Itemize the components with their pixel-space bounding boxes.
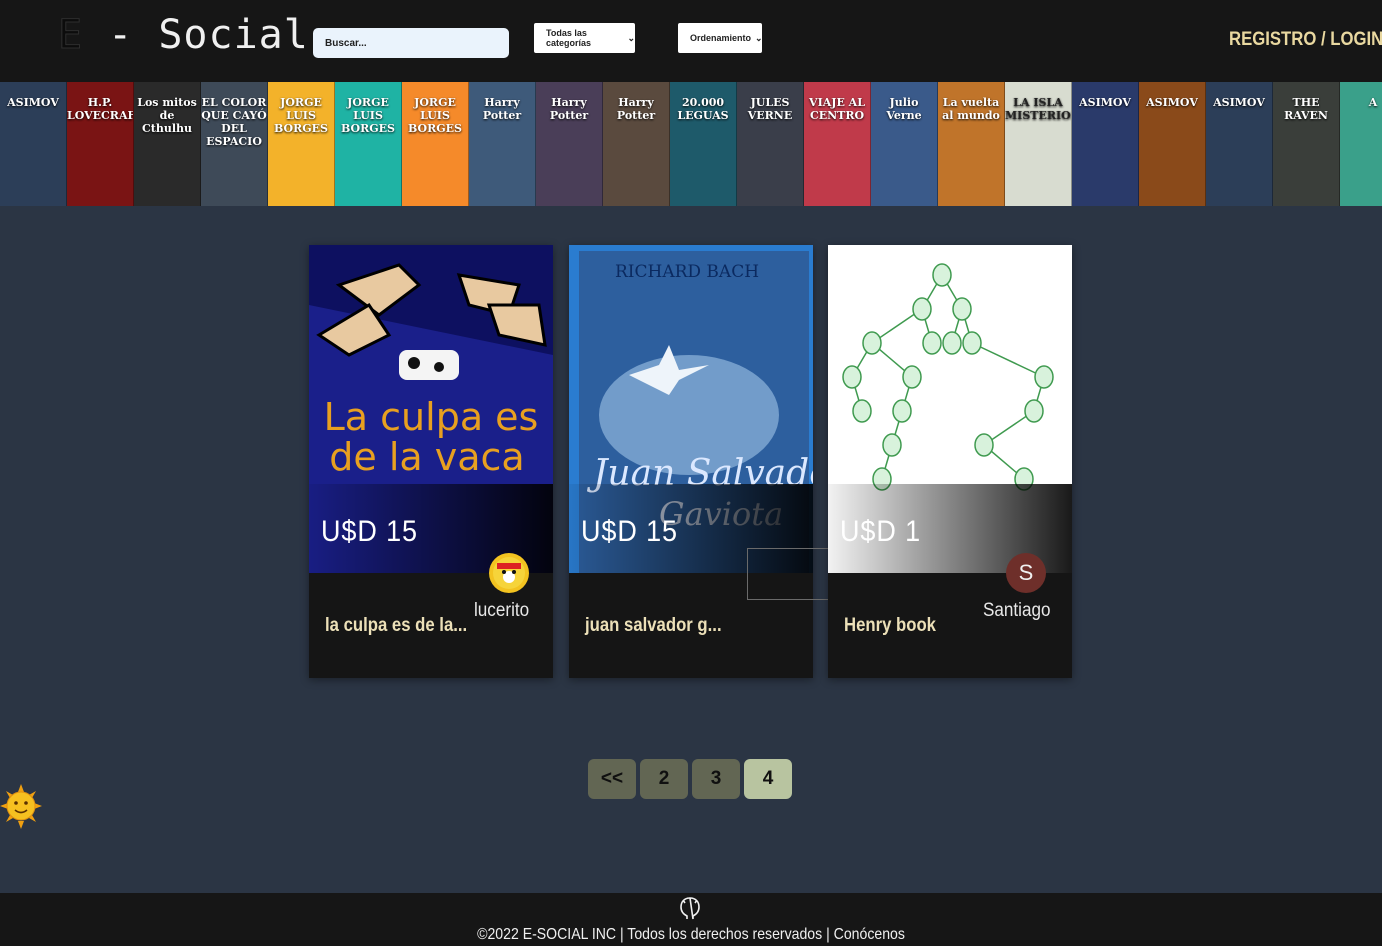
search-input[interactable] bbox=[313, 28, 509, 58]
banner-book-cover: Harry Potter bbox=[469, 82, 536, 206]
selection-box bbox=[747, 548, 829, 600]
duck-avatar-icon bbox=[493, 557, 525, 589]
book-title[interactable]: Henry book bbox=[844, 615, 936, 637]
owner-avatar[interactable]: S bbox=[1006, 553, 1046, 593]
banner-book-cover: JORGE LUIS BORGES bbox=[268, 82, 335, 206]
banner-book-cover: JULES VERNE bbox=[737, 82, 804, 206]
banner-book-cover: LA ISLA MISTERIOSA bbox=[1005, 82, 1072, 206]
github-icon[interactable] bbox=[679, 896, 701, 920]
banner-cover-text: JORGE LUIS BORGES bbox=[408, 96, 462, 135]
banner-cover-text: H.P. LOVECRAFT bbox=[67, 96, 133, 122]
banner-book-cover: 20.000 LEGUAS bbox=[670, 82, 737, 206]
footer: ©2022 E-SOCIAL INC | Todos los derechos … bbox=[0, 893, 1382, 946]
book-title[interactable]: juan salvador g... bbox=[585, 615, 722, 637]
order-dropdown[interactable]: Ordenamiento ⌄ bbox=[678, 23, 763, 53]
banner-book-cover: La vuelta al mundo bbox=[938, 82, 1005, 206]
banner-book-cover: THE RAVEN bbox=[1273, 82, 1340, 206]
register-login-link[interactable]: REGISTRO / LOGIN bbox=[1229, 29, 1382, 51]
banner-cover-text: ASIMOV bbox=[1146, 96, 1198, 109]
svg-text:La culpa es: La culpa es bbox=[324, 395, 539, 439]
order-dropdown-label: Ordenamiento bbox=[690, 33, 752, 43]
category-dropdown-label: Todas las categorías bbox=[546, 28, 592, 48]
app-logo[interactable]: E - Social bbox=[57, 12, 309, 59]
avatar-letter: S bbox=[1018, 560, 1034, 585]
category-dropdown[interactable]: Todas las categorías ⌄ bbox=[534, 23, 635, 53]
banner-cover-text: La vuelta al mundo bbox=[942, 96, 1000, 122]
banner-cover-text: THE RAVEN bbox=[1284, 96, 1328, 122]
svg-text:de la vaca: de la vaca bbox=[329, 435, 524, 479]
banner-cover-text: A bbox=[1368, 96, 1378, 109]
sun-theme-toggle-icon[interactable] bbox=[0, 784, 42, 829]
pagination-page-3[interactable]: 3 bbox=[692, 759, 740, 799]
owner-name: Santiago bbox=[983, 600, 1051, 621]
banner-book-cover: ASIMOV bbox=[1072, 82, 1139, 206]
banner-book-cover: ASIMOV bbox=[0, 82, 67, 206]
pagination-page-2[interactable]: 2 bbox=[640, 759, 688, 799]
book-covers-banner: ASIMOV H.P. LOVECRAFTLos mitos de Cthulhu… bbox=[0, 82, 1382, 206]
book-price: U$D 15 bbox=[581, 515, 678, 548]
banner-book-cover: A bbox=[1340, 82, 1382, 206]
banner-book-cover: Harry Potter bbox=[603, 82, 670, 206]
book-price: U$D 1 bbox=[840, 515, 922, 548]
book-card[interactable]: La culpa es de la vaca U$D 15 lucerito l… bbox=[309, 245, 553, 678]
book-title[interactable]: la culpa es de la... bbox=[325, 615, 467, 637]
banner-cover-text: 20.000 LEGUAS bbox=[677, 96, 729, 122]
banner-cover-text: Harry Potter bbox=[482, 96, 522, 122]
pagination-page-4-active[interactable]: 4 bbox=[744, 759, 792, 799]
banner-cover-text: EL COLOR QUE CAYÓ DEL ESPACIO bbox=[201, 96, 267, 148]
banner-cover-text: JORGE LUIS BORGES bbox=[274, 96, 328, 135]
banner-cover-text: JORGE LUIS BORGES bbox=[341, 96, 395, 135]
banner-book-cover: Julio Verne bbox=[871, 82, 938, 206]
owner-avatar[interactable] bbox=[489, 553, 529, 593]
banner-book-cover: Los mitos de Cthulhu bbox=[134, 82, 201, 206]
owner-name: lucerito bbox=[474, 600, 530, 621]
banner-cover-text: LA ISLA MISTERIOSA bbox=[1005, 96, 1071, 122]
banner-book-cover: JORGE LUIS BORGES bbox=[402, 82, 469, 206]
svg-text:RICHARD BACH: RICHARD BACH bbox=[615, 262, 759, 282]
banner-cover-text: Julio Verne bbox=[886, 96, 922, 122]
book-price: U$D 15 bbox=[321, 515, 418, 548]
banner-book-cover: VIAJE AL CENTRO bbox=[804, 82, 871, 206]
banner-book-cover: Harry Potter bbox=[536, 82, 603, 206]
logo-letter-e: E bbox=[57, 12, 84, 59]
banner-cover-text: ASIMOV bbox=[1213, 96, 1265, 109]
pagination-prev-button[interactable]: << bbox=[588, 759, 636, 799]
book-card[interactable]: U$D 1 S Santiago Henry book bbox=[828, 245, 1072, 678]
banner-book-cover: JORGE LUIS BORGES bbox=[335, 82, 402, 206]
top-navbar: E - Social Todas las categorías ⌄ Ordenam… bbox=[0, 0, 1382, 82]
banner-cover-text: ASIMOV bbox=[7, 96, 59, 109]
logo-text: - Social bbox=[83, 12, 309, 58]
banner-book-cover: H.P. LOVECRAFT bbox=[67, 82, 134, 206]
banner-cover-text: ASIMOV bbox=[1079, 96, 1131, 109]
banner-book-cover: ASIMOV bbox=[1206, 82, 1273, 206]
book-card[interactable]: RICHARD BACH Juan Salvador Gaviota U$D 1… bbox=[569, 245, 829, 678]
banner-cover-text: Harry Potter bbox=[616, 96, 656, 122]
chevron-down-icon: ⌄ bbox=[755, 32, 763, 43]
banner-cover-text: Los mitos de Cthulhu bbox=[137, 96, 197, 135]
banner-cover-text: JULES VERNE bbox=[747, 96, 793, 122]
banner-book-cover: ASIMOV bbox=[1139, 82, 1206, 206]
banner-cover-text: Harry Potter bbox=[549, 96, 589, 122]
footer-copyright[interactable]: ©2022 E-SOCIAL INC | Todos los derechos … bbox=[83, 926, 1299, 944]
banner-cover-text: VIAJE AL CENTRO bbox=[809, 96, 865, 122]
banner-book-cover: EL COLOR QUE CAYÓ DEL ESPACIO bbox=[201, 82, 268, 206]
chevron-down-icon: ⌄ bbox=[627, 32, 635, 43]
